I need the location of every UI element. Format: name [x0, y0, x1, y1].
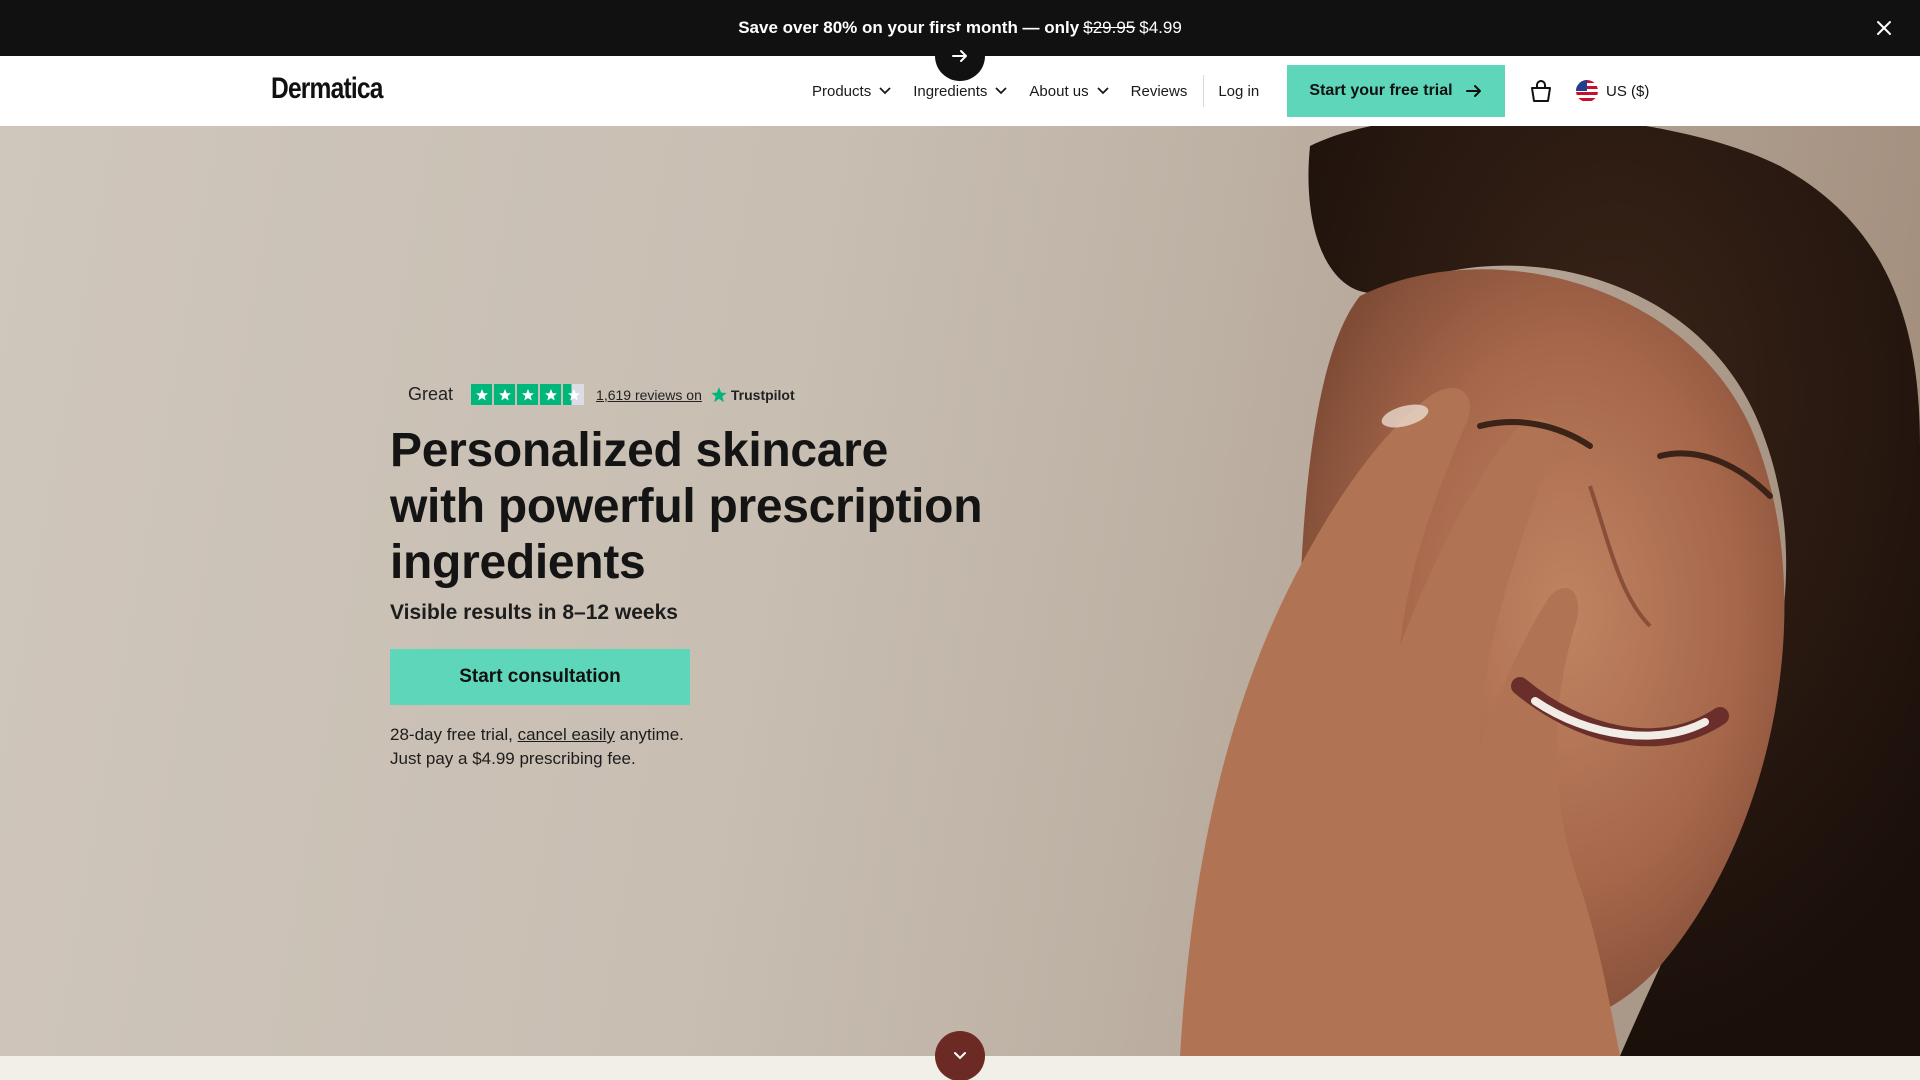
- locale-label: US ($): [1606, 82, 1650, 100]
- hero-image: [1180, 126, 1920, 1056]
- chevron-down-icon: [995, 87, 1008, 95]
- nav-item-ingredients[interactable]: Ingredients: [913, 82, 1008, 100]
- us-flag-icon: [1576, 80, 1598, 102]
- chevron-down-icon: [1097, 87, 1109, 95]
- locale-selector[interactable]: US ($): [1576, 80, 1649, 102]
- close-icon[interactable]: [1870, 14, 1898, 42]
- star-icon: [471, 384, 493, 405]
- star-icon: [494, 384, 516, 405]
- chevron-down-icon: [879, 87, 891, 95]
- trustpilot-logo[interactable]: Trustpilot: [710, 386, 795, 404]
- reviews-count-link[interactable]: 1,619 reviews on: [596, 387, 702, 403]
- prescribing-fee-text: Just pay a $4.99 prescribing fee.: [390, 749, 636, 768]
- trustpilot-star-icon: [711, 386, 727, 402]
- nav-divider: [1203, 75, 1205, 107]
- trustpilot-rating: Great 1,619 reviews on Trustpilot: [408, 384, 1030, 405]
- scroll-down-button[interactable]: [935, 1031, 985, 1080]
- trial-terms-tail: anytime.: [619, 725, 684, 744]
- brand-logo[interactable]: Dermatica: [271, 72, 383, 106]
- star-icon: [517, 384, 539, 405]
- half-star-icon: [563, 384, 585, 405]
- nav-item-label: About us: [1029, 82, 1089, 100]
- trustpilot-label: Trustpilot: [730, 386, 795, 403]
- start-consultation-button[interactable]: Start consultation: [390, 649, 690, 705]
- trial-terms-lead: 28-day free trial,: [390, 725, 513, 744]
- nav-item-label: Products: [812, 82, 872, 100]
- nav-item-reviews[interactable]: Reviews: [1131, 83, 1188, 100]
- promo-arrow-button[interactable]: [935, 31, 985, 81]
- nav-item-products[interactable]: Products: [812, 83, 891, 100]
- shopping-bag-icon[interactable]: [1528, 78, 1554, 104]
- arrow-right-icon: [952, 50, 967, 62]
- hero-subheadline: Visible results in 8–12 weeks: [390, 601, 678, 624]
- promo-text: Save over 80% on your first month — only: [738, 18, 1080, 37]
- promo-new-price: $4.99: [1139, 18, 1182, 37]
- arrow-right-icon: [1465, 85, 1481, 97]
- start-free-trial-label: Start your free trial: [1309, 82, 1453, 99]
- promo-old-price: $29.95: [1083, 18, 1136, 37]
- nav-item-label: Reviews: [1130, 82, 1188, 100]
- rating-word: Great: [408, 384, 454, 404]
- start-free-trial-button[interactable]: Start your free trial: [1287, 65, 1505, 117]
- cancel-easily-link[interactable]: cancel easily: [518, 725, 615, 744]
- star-icon: [540, 384, 562, 405]
- start-consultation-label: Start consultation: [459, 666, 621, 687]
- nav-item-about-us[interactable]: About us: [1029, 82, 1109, 100]
- hero-section: Great 1,619 reviews on Trustpilot Person…: [0, 126, 1920, 1056]
- hero-headline: Personalized skincare with powerful pres…: [390, 424, 983, 589]
- trial-terms: 28-day free trial, cancel easily anytime…: [390, 723, 1030, 771]
- login-label: Log in: [1218, 82, 1260, 100]
- chevron-down-icon: [954, 1052, 966, 1060]
- rating-stars: [471, 384, 585, 405]
- login-link[interactable]: Log in: [1218, 83, 1259, 100]
- nav-item-label: Ingredients: [913, 82, 988, 100]
- main-nav: Products Ingredients About us Reviews Lo…: [812, 56, 1281, 126]
- hero-content: Great 1,619 reviews on Trustpilot Person…: [390, 384, 1030, 771]
